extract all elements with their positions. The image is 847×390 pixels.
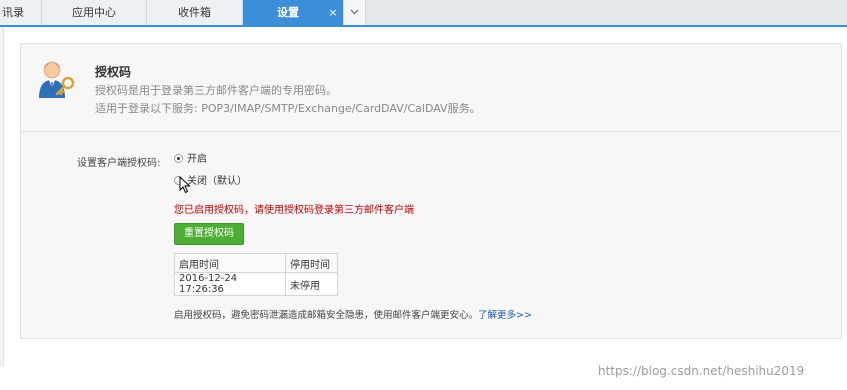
tab-underline xyxy=(0,25,847,27)
tab-bar: 讯录 应用中心 收件箱 设置 × xyxy=(0,0,847,26)
learn-more-link[interactable]: 了解更多>> xyxy=(478,310,532,321)
radio-enable-label: 开启 xyxy=(187,154,207,165)
description-line-1: 授权码是用于登录第三方邮件客户端的专用密码。 xyxy=(95,84,337,97)
user-key-icon xyxy=(37,58,79,100)
radio-disable-label: 关闭（默认） xyxy=(187,176,247,187)
page-title: 授权码 xyxy=(95,65,132,79)
radio-enable[interactable]: 开启 xyxy=(174,153,207,167)
table-cell-enable-time: 2016-12-24 17:26:36 xyxy=(174,272,286,296)
table-cell-disable-time: 未停用 xyxy=(285,272,338,296)
close-icon[interactable]: × xyxy=(322,0,344,25)
footer-note: 启用授权码，避免密码泄漏造成邮箱安全隐患，使用邮件客户端更安心。了解更多>> xyxy=(174,307,532,321)
reset-auth-code-button[interactable]: 重置授权码 xyxy=(174,223,244,245)
tab-contacts[interactable]: 讯录 xyxy=(0,0,42,25)
table-header-enable-time: 启用时间 xyxy=(174,253,286,273)
auth-time-table: 启用时间 停用时间 2016-12-24 17:26:36 未停用 xyxy=(174,253,338,296)
setting-label: 设置客户端授权码: xyxy=(77,158,161,169)
panel-header: 授权码 授权码是用于登录第三方邮件客户端的专用密码。 适用于登录以下服务: PO… xyxy=(21,44,841,132)
table-row: 2016-12-24 17:26:36 未停用 xyxy=(174,272,338,296)
auth-code-panel: 授权码 授权码是用于登录第三方邮件客户端的专用密码。 适用于登录以下服务: PO… xyxy=(20,43,842,339)
table-header-disable-time: 停用时间 xyxy=(285,253,338,273)
mouse-cursor-icon xyxy=(179,175,191,194)
tab-app-center[interactable]: 应用中心 xyxy=(42,0,147,25)
chevron-down-icon[interactable] xyxy=(344,0,366,25)
description-line-2: 适用于登录以下服务: POP3/IMAP/SMTP/Exchange/CardD… xyxy=(95,102,481,115)
radio-enable-button[interactable] xyxy=(174,154,183,163)
tab-inbox[interactable]: 收件箱 xyxy=(147,0,243,25)
watermark-text: https://blog.csdn.net/heshihu2019 xyxy=(598,364,805,378)
left-scroll-strip xyxy=(0,27,4,367)
footer-note-text: 启用授权码，避免密码泄漏造成邮箱安全隐患，使用邮件客户端更安心。 xyxy=(174,310,479,321)
warning-message: 您已启用授权码，请使用授权码登录第三方邮件客户端 xyxy=(174,205,414,216)
